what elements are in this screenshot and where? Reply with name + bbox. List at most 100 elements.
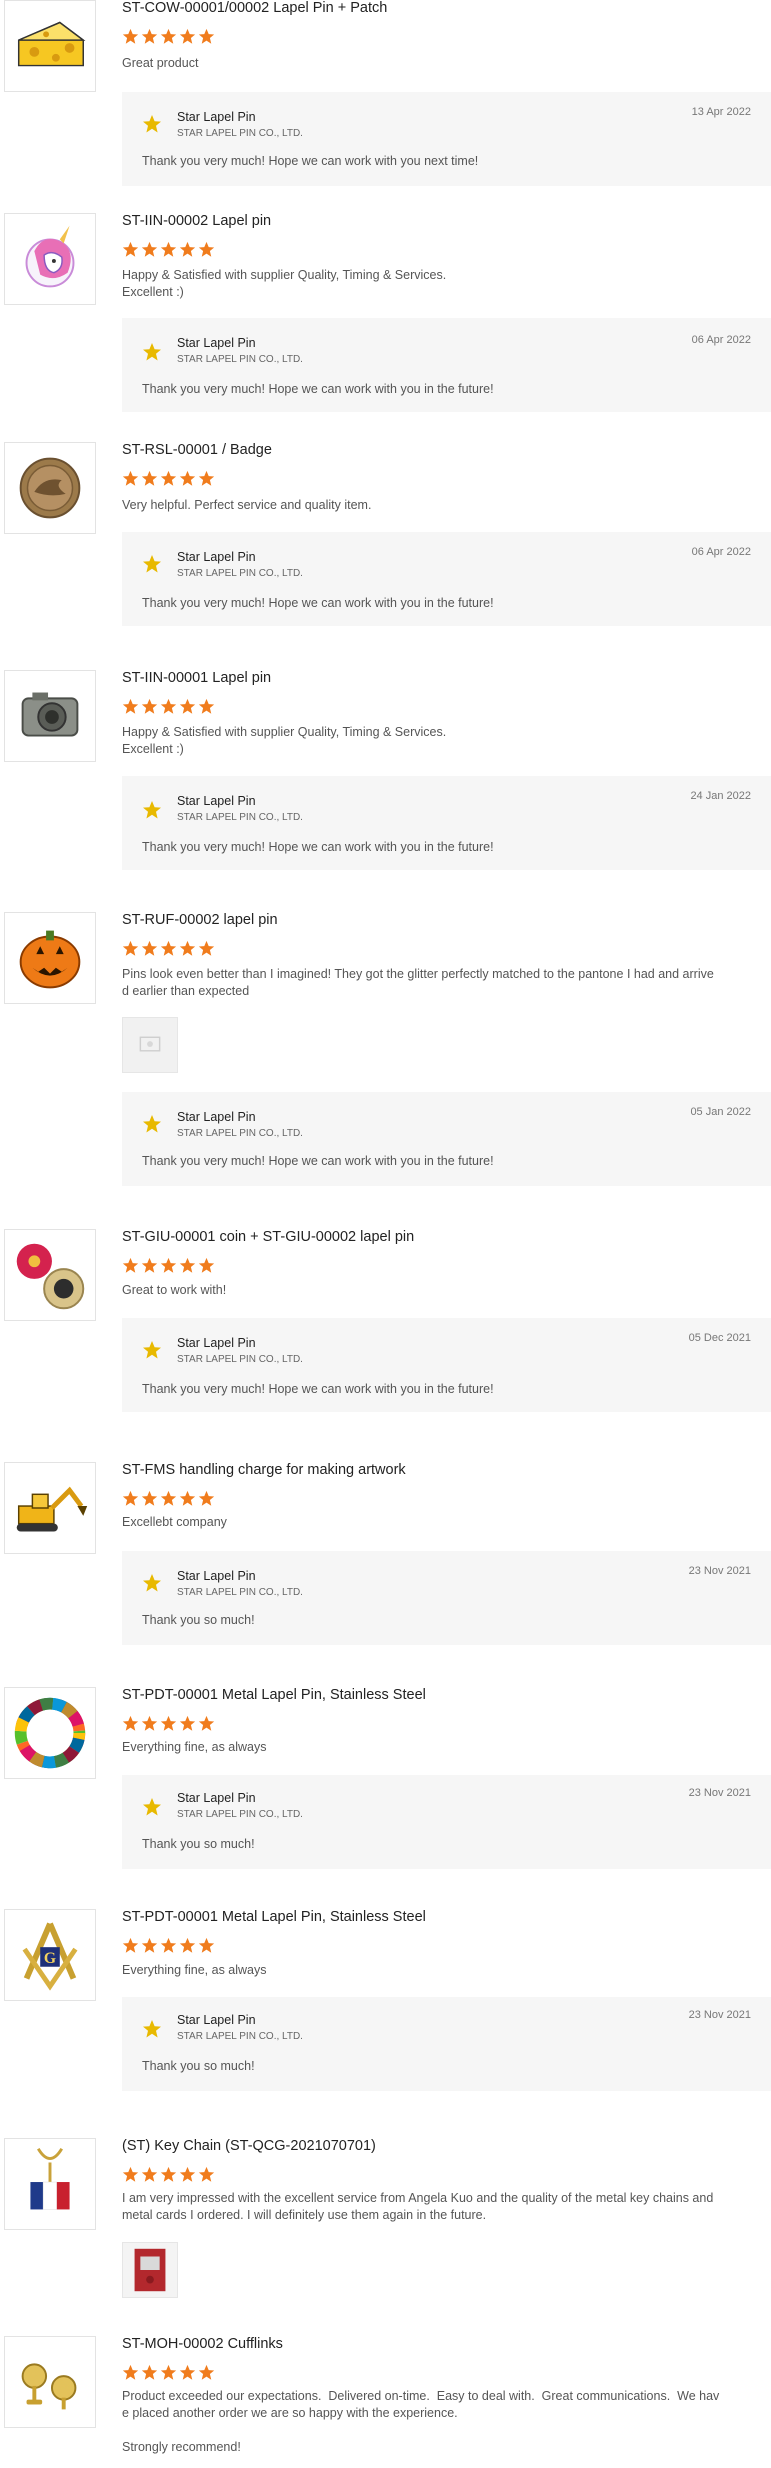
star-icon xyxy=(141,1257,158,1273)
supplier-reply: Star Lapel Pin STAR LAPEL PIN CO., LTD. … xyxy=(122,1775,771,1869)
supplier-company: STAR LAPEL PIN CO., LTD. xyxy=(177,1354,303,1365)
star-icon xyxy=(179,2364,196,2380)
star-icon xyxy=(141,1937,158,1953)
product-title[interactable]: ST-PDT-00001 Metal Lapel Pin, Stainless … xyxy=(122,1909,426,1925)
star-icon xyxy=(122,1257,139,1273)
supplier-logo-icon xyxy=(143,115,161,133)
product-title[interactable]: ST-RUF-00002 lapel pin xyxy=(122,912,278,928)
supplier-company: STAR LAPEL PIN CO., LTD. xyxy=(177,1128,303,1139)
rating-stars xyxy=(122,698,215,715)
star-icon xyxy=(141,28,158,44)
star-icon xyxy=(122,1937,139,1953)
star-icon xyxy=(198,2364,215,2380)
product-thumbnail[interactable] xyxy=(4,2336,96,2428)
pumpkin-pin-icon xyxy=(19,930,81,989)
star-icon xyxy=(179,2166,196,2182)
supplier-reply: Star Lapel Pin STAR LAPEL PIN CO., LTD. … xyxy=(122,1997,771,2091)
star-icon xyxy=(160,940,177,956)
cufflinks-icon xyxy=(21,2363,77,2410)
reply-text: Thank you very much! Hope we can work wi… xyxy=(142,596,494,610)
star-icon xyxy=(122,940,139,956)
star-icon xyxy=(122,2364,139,2380)
reply-text: Thank you very much! Hope we can work wi… xyxy=(142,154,479,168)
star-icon xyxy=(198,1715,215,1731)
star-icon xyxy=(122,2166,139,2182)
supplier-company: STAR LAPEL PIN CO., LTD. xyxy=(177,1587,303,1598)
supplier-logo-icon xyxy=(143,801,161,819)
star-icon xyxy=(198,470,215,486)
supplier-reply: Star Lapel Pin STAR LAPEL PIN CO., LTD. … xyxy=(122,318,771,412)
product-title[interactable]: ST-GIU-00001 coin + ST-GIU-00002 lapel p… xyxy=(122,1229,414,1245)
supplier-company: STAR LAPEL PIN CO., LTD. xyxy=(177,1809,303,1820)
review-attachment[interactable] xyxy=(122,1017,178,1073)
supplier-logo-icon xyxy=(143,2020,161,2038)
camera-pin-icon xyxy=(21,692,79,737)
star-icon xyxy=(198,1937,215,1953)
product-title[interactable]: ST-RSL-00001 / Badge xyxy=(122,442,272,458)
product-title[interactable]: ST-FMS handling charge for making artwor… xyxy=(122,1462,406,1478)
star-icon xyxy=(198,1257,215,1273)
star-icon xyxy=(141,698,158,714)
star-icon xyxy=(160,470,177,486)
product-title[interactable]: ST-PDT-00001 Metal Lapel Pin, Stainless … xyxy=(122,1687,426,1703)
product-thumbnail[interactable] xyxy=(4,213,96,305)
star-icon xyxy=(122,1490,139,1506)
review-text: Very helpful. Perfect service and qualit… xyxy=(122,498,372,512)
product-thumbnail[interactable] xyxy=(4,442,96,534)
sdg-wheel-pin-icon xyxy=(14,1697,86,1769)
star-icon xyxy=(179,1715,196,1731)
star-icon xyxy=(160,1937,177,1953)
product-thumbnail[interactable] xyxy=(4,2138,96,2230)
star-icon xyxy=(160,1715,177,1731)
product-thumbnail[interactable] xyxy=(4,912,96,1004)
review-text: Everything fine, as always xyxy=(122,1740,267,1754)
supplier-reply: Star Lapel Pin STAR LAPEL PIN CO., LTD. … xyxy=(122,1092,771,1186)
reply-text: Thank you so much! xyxy=(142,2059,255,2073)
product-title[interactable]: ST-IIN-00002 Lapel pin xyxy=(122,213,271,229)
product-thumbnail[interactable] xyxy=(4,0,96,92)
supplier-name: Star Lapel Pin xyxy=(177,550,256,564)
rating-stars xyxy=(122,940,215,957)
product-thumbnail[interactable] xyxy=(4,1462,96,1554)
review-text: Excellebt company xyxy=(122,1515,227,1529)
review-text: I am very impressed with the excellent s… xyxy=(122,2191,714,2222)
product-thumbnail[interactable] xyxy=(4,1229,96,1321)
star-icon xyxy=(198,241,215,257)
supplier-name: Star Lapel Pin xyxy=(177,336,256,350)
cheese-pin-icon xyxy=(17,21,86,67)
supplier-reply: Star Lapel Pin STAR LAPEL PIN CO., LTD. … xyxy=(122,776,771,870)
product-thumbnail[interactable] xyxy=(4,1687,96,1779)
star-icon xyxy=(198,28,215,44)
reply-date: 23 Nov 2021 xyxy=(688,1565,751,1577)
product-title[interactable]: ST-IIN-00001 Lapel pin xyxy=(122,670,271,686)
supplier-logo-icon xyxy=(143,1574,161,1592)
rating-stars xyxy=(122,1715,215,1732)
bronze-badge-icon xyxy=(19,457,81,519)
reply-date: 23 Nov 2021 xyxy=(688,2009,751,2021)
product-title[interactable]: ST-COW-00001/00002 Lapel Pin + Patch xyxy=(122,0,387,16)
flower-coin-pin-icon xyxy=(16,1243,85,1310)
supplier-reply: Star Lapel Pin STAR LAPEL PIN CO., LTD. … xyxy=(122,1551,771,1645)
star-icon xyxy=(179,241,196,257)
supplier-logo-icon xyxy=(143,1798,161,1816)
review-text: Everything fine, as always xyxy=(122,1963,267,1977)
star-icon xyxy=(198,1490,215,1506)
reply-text: Thank you very much! Hope we can work wi… xyxy=(142,1382,494,1396)
key-chain-photo-icon xyxy=(123,2243,177,2297)
review-attachment[interactable] xyxy=(122,2242,178,2298)
supplier-logo-icon xyxy=(143,1341,161,1359)
supplier-company: STAR LAPEL PIN CO., LTD. xyxy=(177,568,303,579)
product-thumbnail[interactable] xyxy=(4,670,96,762)
star-icon xyxy=(141,1490,158,1506)
product-title[interactable]: ST-MOH-00002 Cufflinks xyxy=(122,2336,283,2352)
supplier-reply: Star Lapel Pin STAR LAPEL PIN CO., LTD. … xyxy=(122,1318,771,1412)
supplier-name: Star Lapel Pin xyxy=(177,1110,256,1124)
supplier-name: Star Lapel Pin xyxy=(177,1791,256,1805)
star-icon xyxy=(179,940,196,956)
product-thumbnail[interactable]: G xyxy=(4,1909,96,2001)
rating-stars xyxy=(122,28,215,45)
product-title[interactable]: (ST) Key Chain (ST-QCG-2021070701) xyxy=(122,2138,376,2154)
star-icon xyxy=(179,470,196,486)
star-icon xyxy=(122,241,139,257)
star-icon xyxy=(122,698,139,714)
